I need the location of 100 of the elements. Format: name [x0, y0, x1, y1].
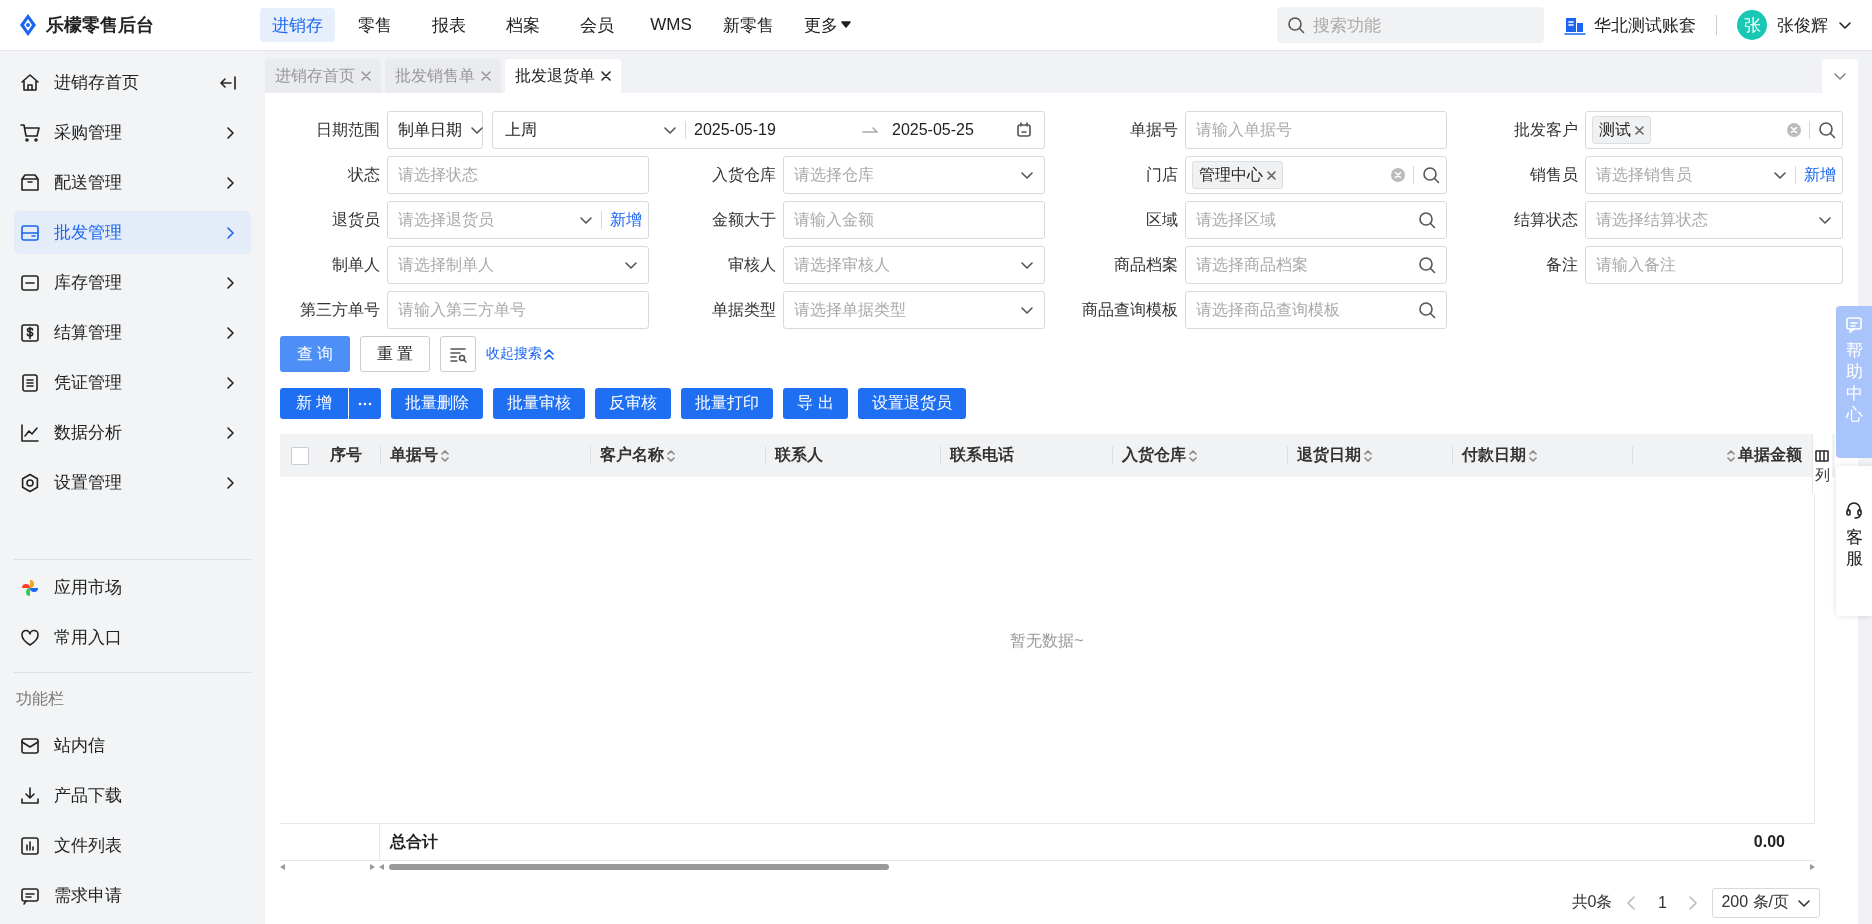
column-header[interactable]: 付款日期 — [1452, 434, 1632, 478]
scroll-right-icon — [369, 864, 375, 871]
close-icon — [1267, 170, 1276, 180]
app-name: 乐檬零售后台 — [46, 14, 154, 37]
sidebar-item[interactable]: 凭证管理 — [14, 361, 251, 404]
sort-icon — [1364, 449, 1372, 463]
add-link[interactable]: 新增 — [1804, 164, 1836, 186]
columns-icon — [1815, 450, 1829, 462]
account-set-name[interactable]: 华北测试账套 — [1594, 13, 1696, 37]
column-header[interactable]: 序号 — [320, 434, 380, 478]
sidebar-item[interactable]: 站内信 — [14, 724, 251, 767]
action-button[interactable]: 导 出 — [783, 388, 848, 420]
action-button[interactable]: 批量删除 — [391, 388, 484, 420]
user-avatar: 张 — [1737, 10, 1767, 40]
customer-service-button[interactable]: 客服 — [1836, 466, 1872, 616]
search-icon — [1818, 121, 1836, 139]
total-amount: 0.00 — [1753, 833, 1786, 852]
pinwheel-icon — [20, 577, 40, 598]
date-range-field[interactable]: 上周 2025-05-19 2025-05-25 — [492, 111, 1045, 149]
action-button[interactable]: 设置退货员 — [857, 388, 966, 420]
sidebar-item[interactable]: 批发管理 — [14, 211, 251, 254]
arrow-right-icon — [862, 126, 878, 134]
tag[interactable]: 测试 — [1592, 116, 1651, 144]
field-label: 单据类型 — [711, 299, 776, 320]
nav-tab[interactable]: 零售 — [341, 8, 409, 42]
nav-tab[interactable]: 进销存 — [260, 8, 335, 42]
select-field[interactable]: 请选择退货员 新增 — [387, 201, 649, 239]
sidebar-item[interactable]: 应用市场 — [14, 566, 251, 609]
tray-icon — [20, 272, 40, 293]
add-button[interactable]: 新 增 — [280, 388, 349, 420]
tag[interactable]: 管理中心 — [1192, 161, 1283, 189]
column-header[interactable]: 客户名称 — [590, 434, 765, 478]
line-chart-icon — [20, 422, 40, 443]
end-date: 2025-05-25 — [892, 121, 975, 139]
nav-tab[interactable]: 档案 — [489, 8, 557, 42]
tag-select-field[interactable]: 测试 — [1585, 111, 1843, 149]
nav-tab[interactable]: WMS — [637, 8, 705, 42]
nav-tab[interactable]: 报表 — [415, 8, 483, 42]
field-label: 制单人 — [331, 254, 380, 275]
field-label: 销售员 — [1529, 164, 1578, 185]
message-icon — [20, 885, 40, 906]
sidebar-item[interactable]: 采购管理 — [14, 111, 251, 154]
collapse-icon — [219, 74, 237, 91]
page-tab[interactable]: 批发退货单 — [505, 59, 621, 93]
tag-select-field[interactable]: 管理中心 — [1185, 156, 1447, 194]
sidebar-item[interactable]: 配送管理 — [14, 161, 251, 204]
action-button[interactable]: 批量审核 — [493, 388, 586, 420]
card-icon — [20, 222, 40, 243]
field-label: 结算状态 — [1513, 209, 1578, 230]
field-label: 金额大于 — [711, 209, 776, 230]
column-header[interactable]: 退货日期 — [1287, 434, 1452, 478]
search-icon — [1418, 256, 1436, 274]
column-header[interactable]: 单据号 — [380, 434, 590, 478]
action-button[interactable]: 反审核 — [595, 388, 672, 420]
reset-button[interactable]: 重 置 — [360, 336, 430, 372]
nav-tab[interactable]: 更多 — [792, 8, 863, 42]
mail-icon — [20, 735, 40, 756]
select-field[interactable]: 制单日期 — [387, 111, 483, 149]
sort-icon — [441, 449, 449, 463]
sidebar-item[interactable]: 库存管理 — [14, 261, 251, 304]
list-search-icon — [449, 345, 467, 363]
column-header[interactable]: 联系电话 — [940, 434, 1112, 478]
sidebar-item[interactable]: 文件列表 — [14, 824, 251, 867]
add-link[interactable]: 新增 — [610, 209, 642, 231]
page-number[interactable]: 1 — [1650, 888, 1675, 917]
more-button[interactable] — [349, 388, 382, 420]
field-label: 备注 — [1545, 254, 1578, 275]
field-label: 日期范围 — [315, 119, 380, 140]
sidebar-item[interactable]: 进销存首页 — [14, 61, 251, 104]
user-name[interactable]: 张俊辉 — [1777, 13, 1828, 37]
collapse-search-link[interactable]: 收起搜索 — [486, 345, 554, 363]
column-header[interactable]: 单据金额 — [1632, 434, 1812, 478]
column-settings-button[interactable]: 列 — [1812, 434, 1832, 495]
sidebar-item[interactable]: 结算管理 — [14, 311, 251, 354]
section-title: 功能栏 — [15, 689, 65, 709]
close-icon — [361, 71, 371, 81]
column-header[interactable]: 入货仓库 — [1112, 434, 1287, 478]
dollar-icon — [20, 322, 40, 343]
tabs-menu-button[interactable] — [1822, 59, 1858, 93]
field-label: 退货员 — [331, 209, 380, 230]
clear-icon — [1391, 168, 1405, 182]
sidebar-item[interactable]: 设置管理 — [14, 461, 251, 504]
sort-icon — [1529, 449, 1537, 463]
nav-tab[interactable]: 会员 — [563, 8, 631, 42]
scroll-right-icon — [1809, 864, 1815, 871]
field-label: 商品查询模板 — [1081, 299, 1178, 320]
action-button[interactable]: 批量打印 — [681, 388, 774, 420]
page-size-select[interactable]: 200 条/页 — [1712, 887, 1820, 918]
checkbox[interactable] — [291, 447, 309, 465]
cart-icon — [20, 122, 40, 143]
filter-settings-button[interactable] — [440, 336, 476, 372]
heart-icon — [20, 627, 40, 648]
sidebar-item[interactable]: 产品下载 — [14, 774, 251, 817]
close-icon — [1635, 125, 1644, 135]
column-header[interactable]: 联系人 — [765, 434, 940, 478]
sidebar-item[interactable]: 需求申请 — [14, 874, 251, 917]
sidebar-item[interactable]: 数据分析 — [14, 411, 251, 454]
sidebar-item[interactable]: 常用入口 — [14, 616, 251, 659]
nav-tab[interactable]: 新零售 — [711, 8, 786, 42]
select-field[interactable]: 请选择销售员 新增 — [1585, 156, 1843, 194]
